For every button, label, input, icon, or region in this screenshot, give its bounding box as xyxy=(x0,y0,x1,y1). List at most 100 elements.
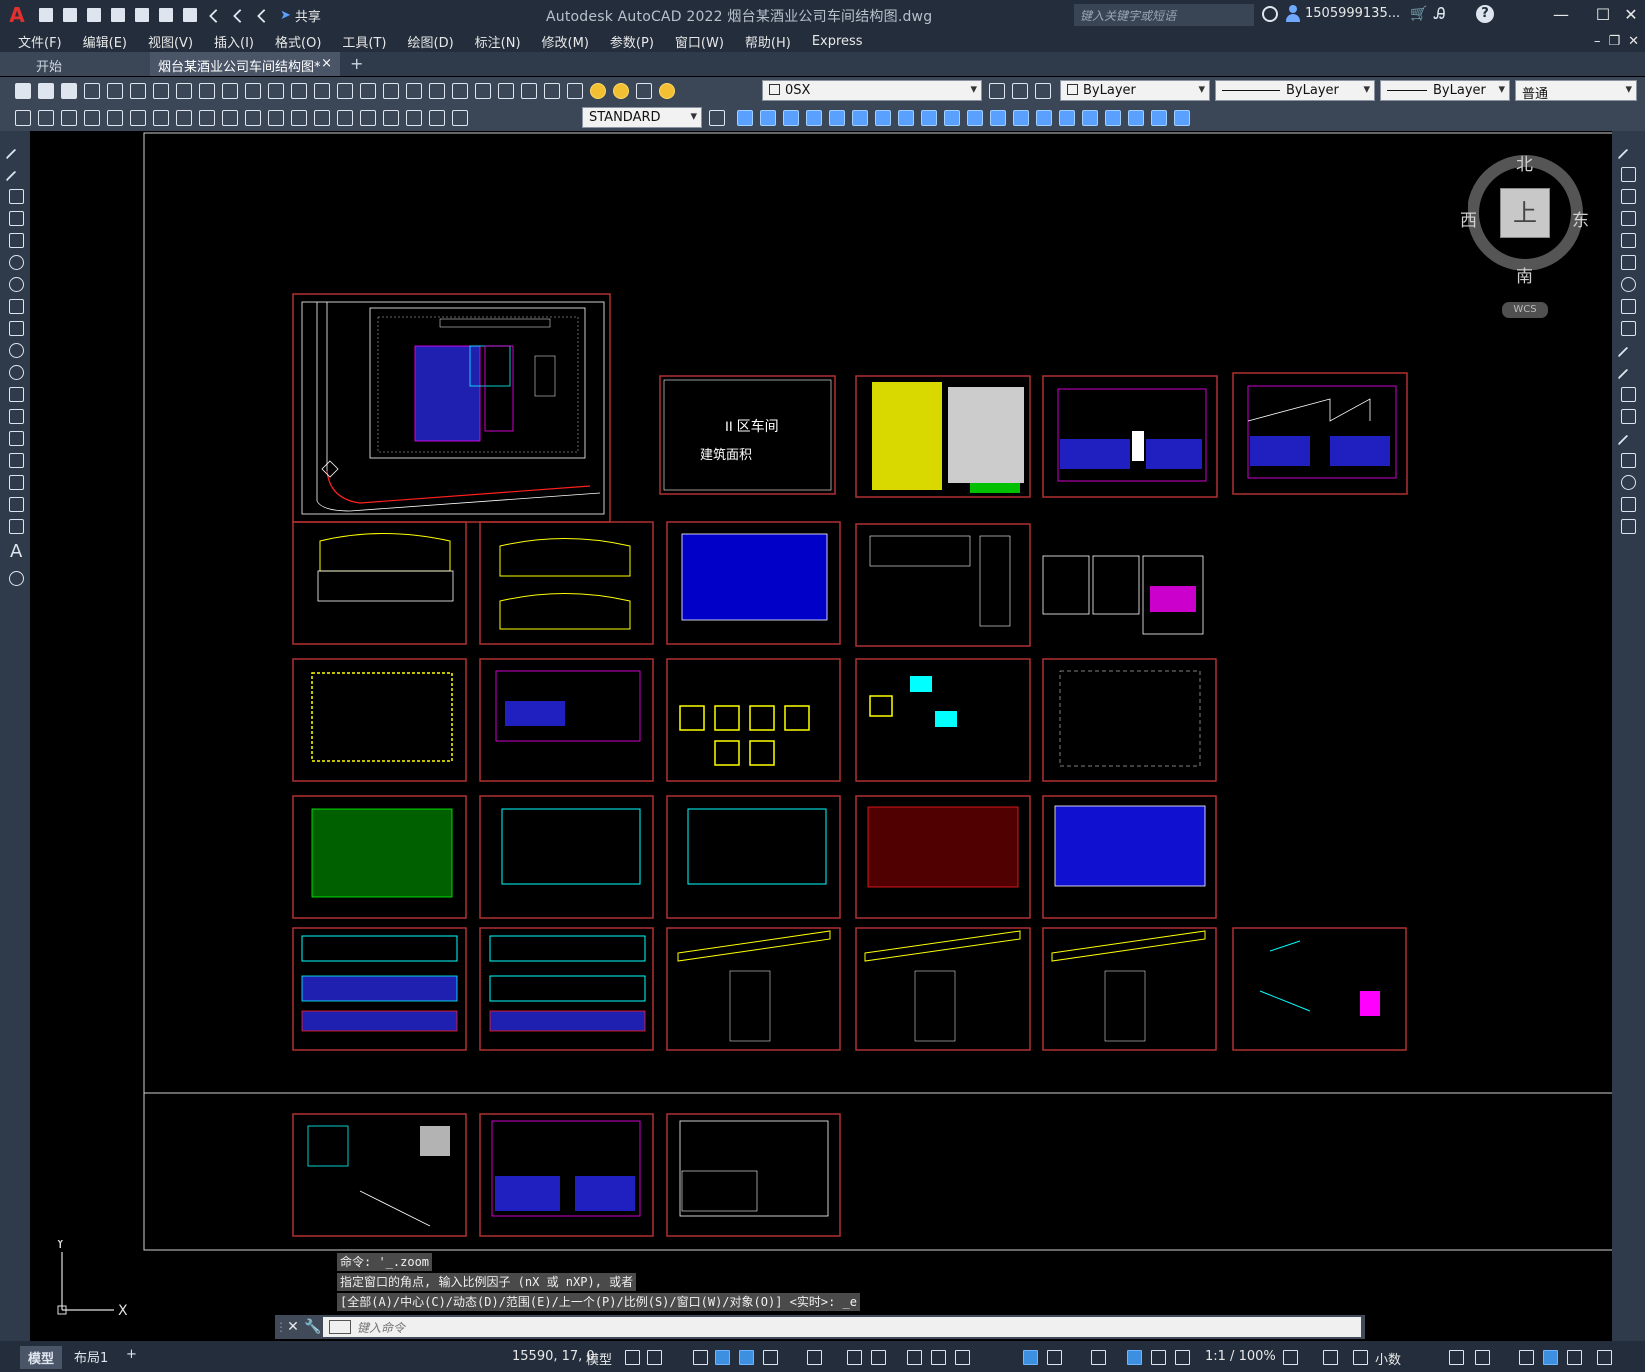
sheet-site-plan[interactable] xyxy=(292,293,611,523)
menu-edit[interactable]: 编辑(E) xyxy=(83,32,127,51)
zoom-realtime-icon[interactable] xyxy=(334,80,355,101)
menu-draw[interactable]: 绘图(D) xyxy=(408,32,454,51)
3d-setup-icon[interactable] xyxy=(1056,107,1077,128)
drawing-canvas[interactable]: II 区车间 建筑面积 xyxy=(30,131,1612,1341)
design-center-icon[interactable] xyxy=(426,80,447,101)
multiline-text-icon[interactable]: A xyxy=(10,541,22,562)
zoom-previous-icon[interactable] xyxy=(380,80,401,101)
transparency-icon[interactable] xyxy=(930,1349,946,1365)
layer-dropdown[interactable]: 0SX xyxy=(762,80,982,101)
3d-chamfer-icon[interactable] xyxy=(1125,107,1146,128)
table-icon[interactable] xyxy=(7,517,25,535)
customization-menu-icon[interactable] xyxy=(1596,1349,1612,1365)
rotate-icon[interactable] xyxy=(1619,275,1637,293)
dim-style-icon[interactable] xyxy=(706,107,727,128)
model-space-button[interactable]: 模型 xyxy=(586,1349,612,1368)
calculator-icon[interactable] xyxy=(518,80,539,101)
layer-thaw-sun-icon[interactable] xyxy=(610,80,631,101)
viewcube-top-face[interactable]: 上 xyxy=(1500,188,1550,238)
sheet-tank-plan-1[interactable] xyxy=(479,1113,654,1237)
cursor-coordinates[interactable]: 15590, 17, 0 xyxy=(512,1349,595,1364)
gradient-icon[interactable] xyxy=(7,473,25,491)
minimize-button[interactable]: — xyxy=(1547,4,1575,26)
wrench-icon[interactable]: 🔧 xyxy=(303,1319,323,1335)
maximize-button[interactable]: ☐ xyxy=(1589,4,1617,26)
quick-properties-icon[interactable] xyxy=(1448,1349,1464,1365)
wcs-menu[interactable]: WCS xyxy=(1502,302,1548,318)
sheet-tank-plan-2[interactable] xyxy=(666,1113,841,1237)
annotation-visibility-icon[interactable] xyxy=(1126,1349,1142,1365)
annotation-monitor-icon[interactable] xyxy=(1322,1349,1338,1365)
save-as-icon[interactable] xyxy=(107,4,129,26)
dim-diameter-icon[interactable] xyxy=(150,107,171,128)
trim-icon[interactable] xyxy=(1619,341,1637,359)
undo-icon[interactable] xyxy=(203,4,225,26)
layout1-tab[interactable]: 布局1 xyxy=(74,1347,108,1366)
polar-tracking-icon[interactable] xyxy=(762,1349,778,1365)
sheet-foundation-plan[interactable] xyxy=(292,658,467,782)
layer-lock-icon[interactable] xyxy=(656,80,677,101)
cart-icon[interactable]: 🛒 xyxy=(1410,6,1427,22)
menu-view[interactable]: 视图(V) xyxy=(148,32,193,51)
add-layout-button[interactable]: + xyxy=(126,1347,137,1362)
sheet-purlin-plan-1[interactable] xyxy=(479,795,654,919)
sheet-elevation-2[interactable] xyxy=(479,521,654,645)
menu-insert[interactable]: 插入(I) xyxy=(214,32,254,51)
layer-viewport-icon[interactable] xyxy=(633,80,654,101)
lineweight-dropdown[interactable]: ByLayer xyxy=(1380,80,1510,101)
print-icon[interactable] xyxy=(179,4,201,26)
sheet-set-icon[interactable] xyxy=(472,80,493,101)
sheet-connection-details[interactable] xyxy=(1042,658,1217,782)
3d-box-icon[interactable] xyxy=(734,107,755,128)
sheet-purlin-plan-2[interactable] xyxy=(666,795,841,919)
ellipse-icon[interactable] xyxy=(7,341,25,359)
polyline-icon[interactable] xyxy=(7,187,25,205)
share-button[interactable]: ➤ 共享 xyxy=(280,6,321,25)
annotation-scale-icon[interactable] xyxy=(1174,1349,1190,1365)
3d-torus-icon[interactable] xyxy=(849,107,870,128)
menu-express[interactable]: Express xyxy=(812,34,863,49)
dim-edit-icon[interactable] xyxy=(403,107,424,128)
dynamic-ucs-icon[interactable] xyxy=(1046,1349,1062,1365)
hatch-icon[interactable] xyxy=(7,451,25,469)
dim-text-edit-icon[interactable] xyxy=(426,107,447,128)
object-snap-tracking-icon[interactable] xyxy=(846,1349,862,1365)
properties-icon[interactable] xyxy=(403,80,424,101)
auto-scale-icon[interactable] xyxy=(1150,1349,1166,1365)
stretch-icon[interactable] xyxy=(1619,319,1637,337)
make-current-layer-icon[interactable] xyxy=(986,80,1007,101)
3d-cylinder-icon[interactable] xyxy=(826,107,847,128)
new-tab-button[interactable]: + xyxy=(340,52,373,76)
add-selected-icon[interactable] xyxy=(7,569,25,587)
move-icon[interactable] xyxy=(1619,253,1637,271)
user-name[interactable]: 1505999135... xyxy=(1305,6,1400,21)
3d-osnap-icon[interactable] xyxy=(1022,1349,1038,1365)
layer-on-bulb-icon[interactable] xyxy=(587,80,608,101)
sheet-rafter-details-1[interactable] xyxy=(666,927,841,1051)
close-icon[interactable]: ✕ xyxy=(283,1319,303,1335)
sheet-rafter-details-2[interactable] xyxy=(855,927,1031,1051)
sheet-floor-plan-2[interactable] xyxy=(1232,372,1408,495)
dim-aligned-icon[interactable] xyxy=(35,107,56,128)
help-icon[interactable]: ? xyxy=(1476,5,1494,23)
offset-icon[interactable] xyxy=(1619,209,1637,227)
redo-icon[interactable] xyxy=(288,80,309,101)
3d-shell-icon[interactable] xyxy=(1079,107,1100,128)
search-icon[interactable] xyxy=(1262,6,1278,22)
publish-icon[interactable] xyxy=(127,80,148,101)
3d-rotate-icon[interactable] xyxy=(1171,107,1192,128)
inspection-icon[interactable] xyxy=(357,107,378,128)
doc-restore-button[interactable]: ❐ xyxy=(1608,34,1620,49)
sheet-floor-plan-1[interactable] xyxy=(1042,375,1218,498)
user-icon[interactable] xyxy=(1285,5,1301,23)
sheet-bracing-plan[interactable] xyxy=(855,795,1031,919)
center-mark-icon[interactable] xyxy=(334,107,355,128)
layer-properties-icon[interactable] xyxy=(564,80,585,101)
undo-icon[interactable] xyxy=(265,80,286,101)
infer-constraints-icon[interactable] xyxy=(692,1349,708,1365)
isolate-objects-icon[interactable] xyxy=(1518,1349,1534,1365)
3d-extrude-icon[interactable] xyxy=(872,107,893,128)
chamfer-icon[interactable] xyxy=(1619,451,1637,469)
compass-east[interactable]: 东 xyxy=(1572,206,1589,231)
tab-drawing[interactable]: 烟台某酒业公司车间结构图* × xyxy=(150,52,340,76)
